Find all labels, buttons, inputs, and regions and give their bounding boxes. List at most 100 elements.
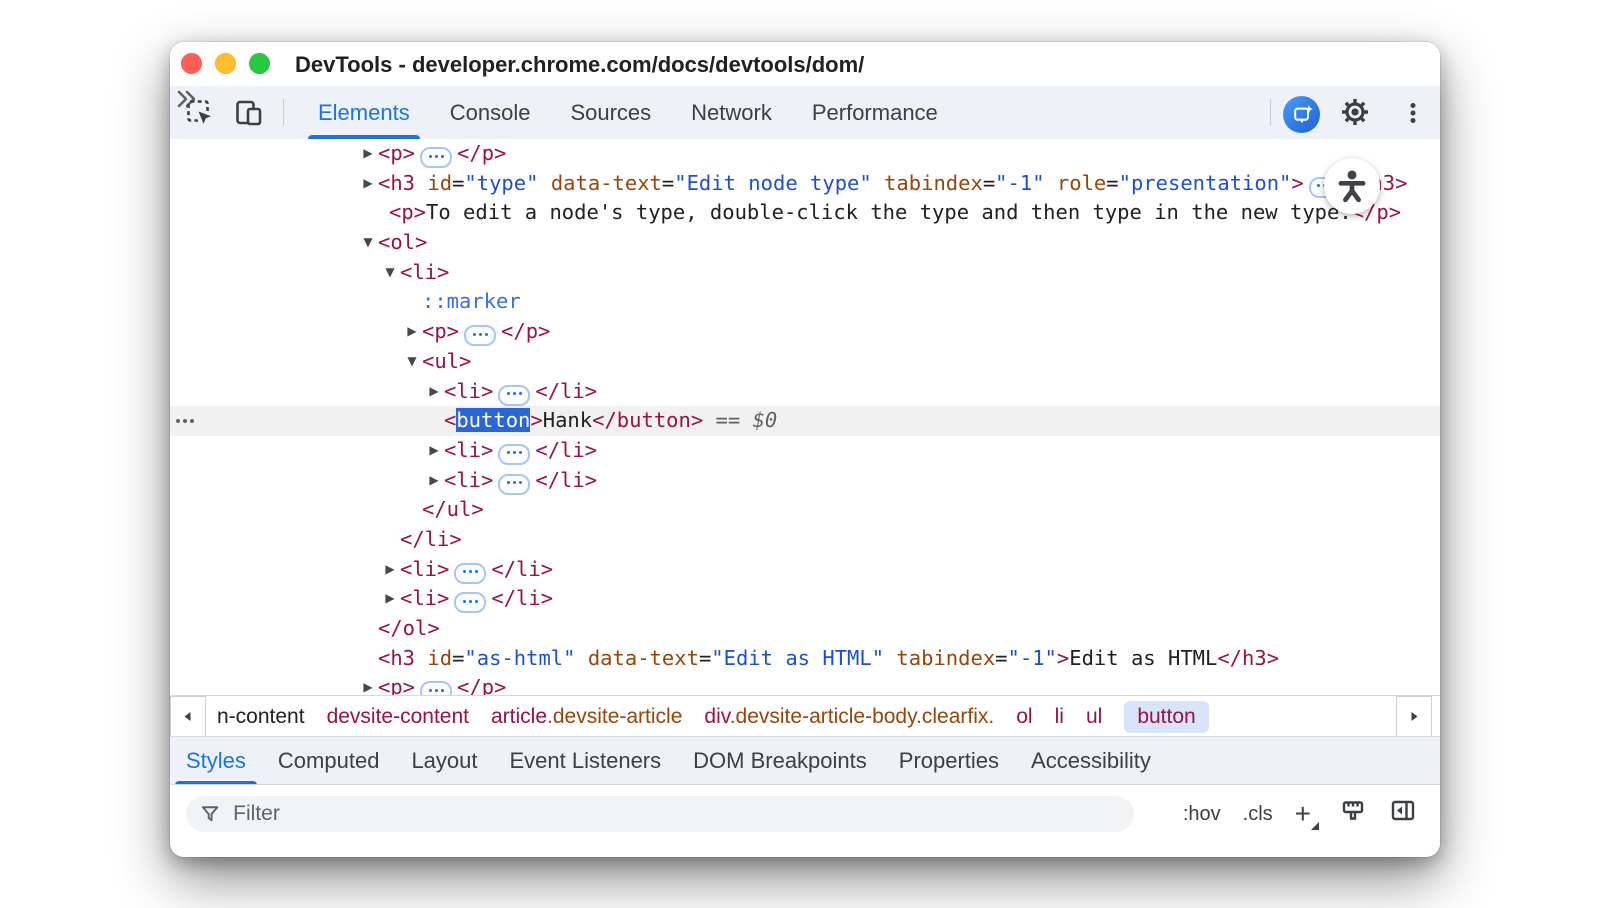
styles-filter-input[interactable] xyxy=(231,801,1120,827)
code-token: "-1" xyxy=(995,171,1044,195)
dom-tree-row[interactable]: <p>To edit a node's type, double-click t… xyxy=(170,198,1440,228)
dom-tree-row[interactable]: </li> xyxy=(170,525,1440,555)
collapse-arrow-icon[interactable]: ▼ xyxy=(403,347,421,377)
code-token: > xyxy=(1291,171,1303,195)
filter-field[interactable] xyxy=(186,796,1134,832)
breadcrumb-scroll-left-button[interactable] xyxy=(170,696,206,737)
dom-tree-row[interactable]: </ol> xyxy=(170,614,1440,644)
tab-accessibility[interactable]: Accessibility xyxy=(1015,737,1167,785)
dom-tree-row[interactable]: ▶<p></p> xyxy=(170,673,1440,695)
tab-elements[interactable]: Elements xyxy=(298,86,430,139)
code-token xyxy=(884,646,896,670)
tab-computed[interactable]: Computed xyxy=(262,737,396,785)
toggle-hover-state-button[interactable]: :hov xyxy=(1183,803,1221,826)
inspect-icon[interactable] xyxy=(185,98,215,133)
new-style-rule-plus-icon[interactable]: + xyxy=(1295,800,1317,828)
expand-arrow-icon[interactable]: ▶ xyxy=(359,673,377,695)
code-token: </ul> xyxy=(422,497,484,521)
tab-dom-breakpoints[interactable]: DOM Breakpoints xyxy=(677,737,883,785)
breadcrumb-list: n-content devsite-content article.devsite-… xyxy=(217,701,1440,733)
tab-sources[interactable]: Sources xyxy=(550,86,671,139)
ai-assistance-icon[interactable] xyxy=(1283,96,1320,133)
tab-layout[interactable]: Layout xyxy=(395,737,493,785)
inline-expand-ellipsis-button[interactable] xyxy=(454,592,486,613)
sidebar-tab-strip: StylesComputedLayoutEvent ListenersDOM B… xyxy=(170,736,1440,785)
code-token: = xyxy=(452,171,464,195)
dom-tree-row[interactable]: ▶<p></p> xyxy=(170,139,1440,169)
settings-gear-icon[interactable] xyxy=(1340,97,1370,132)
dom-tree-row[interactable]: </ul> xyxy=(170,495,1440,525)
code-token: "type" xyxy=(464,171,538,195)
expand-arrow-icon[interactable]: ▶ xyxy=(403,317,421,347)
expand-arrow-icon[interactable]: ▶ xyxy=(381,584,399,614)
dom-tree-row[interactable]: <button>Hank</button> == $0 xyxy=(170,406,1440,436)
toggle-sidebar-icon[interactable] xyxy=(1389,797,1417,831)
expand-arrow-icon[interactable]: ▶ xyxy=(425,466,443,496)
close-window-button[interactable] xyxy=(181,53,202,74)
dom-tree-row[interactable]: ▶<h3 id="type" data-text="Edit node type… xyxy=(170,169,1440,199)
code-token: <ol> xyxy=(378,230,427,254)
code-token: </p> xyxy=(501,319,550,343)
inline-expand-ellipsis-button[interactable] xyxy=(420,147,452,168)
minimize-window-button[interactable] xyxy=(215,53,236,74)
expand-arrow-icon[interactable]: ▶ xyxy=(359,169,377,199)
code-token: </p> xyxy=(457,141,506,165)
panel-tab-strip: ElementsConsoleSourcesNetworkPerformance xyxy=(298,86,958,139)
expand-arrow-icon[interactable]: ▶ xyxy=(425,436,443,466)
breadcrumb-token: button xyxy=(1137,705,1195,728)
collapse-arrow-icon[interactable]: ▼ xyxy=(381,258,399,288)
breadcrumb-item[interactable]: devsite-content xyxy=(327,705,469,729)
code-token: </li> xyxy=(535,379,597,403)
breadcrumb-item[interactable]: button xyxy=(1124,701,1208,733)
tab-properties[interactable]: Properties xyxy=(883,737,1015,785)
code-token xyxy=(538,171,550,195)
tab-console[interactable]: Console xyxy=(430,86,551,139)
zoom-window-button[interactable] xyxy=(249,53,270,74)
code-token: </li> xyxy=(535,468,597,492)
breadcrumb-item[interactable]: li xyxy=(1055,705,1064,729)
kebab-menu-icon[interactable] xyxy=(1398,98,1428,133)
breadcrumb-token: ul xyxy=(1086,705,1102,728)
breadcrumb-item[interactable]: ul xyxy=(1086,705,1102,729)
code-token: "presentation" xyxy=(1119,171,1292,195)
tab-styles[interactable]: Styles xyxy=(170,737,262,785)
breadcrumb-item[interactable]: n-content xyxy=(217,705,305,729)
dom-tree-row[interactable]: ::marker xyxy=(170,287,1440,317)
dom-tree-row[interactable]: ▼<ol> xyxy=(170,228,1440,258)
expand-arrow-icon[interactable]: ▶ xyxy=(381,555,399,585)
breadcrumb-item[interactable]: article.devsite-article xyxy=(491,705,682,729)
code-token: = xyxy=(1106,171,1118,195)
device-toolbar-icon[interactable] xyxy=(234,98,264,133)
tab-network[interactable]: Network xyxy=(671,86,792,139)
code-token: id xyxy=(427,646,452,670)
dom-tree-row[interactable]: ▶<li></li> xyxy=(170,466,1440,496)
dom-tree-row[interactable]: <h3 id="as-html" data-text="Edit as HTML… xyxy=(170,644,1440,674)
dom-tree-row[interactable]: ▶<li></li> xyxy=(170,555,1440,585)
dom-tree-row[interactable]: ▼<ul> xyxy=(170,347,1440,377)
dom-tree-row[interactable]: ▶<li></li> xyxy=(170,436,1440,466)
dom-tree-row[interactable]: ▼<li> xyxy=(170,258,1440,288)
dom-tree-row[interactable]: ▶<p> </p> xyxy=(170,317,1440,347)
dom-tree-row[interactable]: ▶<li></li> xyxy=(170,377,1440,407)
toggle-class-button[interactable]: .cls xyxy=(1243,803,1273,826)
inline-expand-ellipsis-button[interactable] xyxy=(498,444,530,465)
breadcrumb-item[interactable]: ol xyxy=(1016,705,1032,729)
window-title: DevTools - developer.chrome.com/docs/dev… xyxy=(295,42,864,88)
code-token: <p> xyxy=(422,319,459,343)
expand-arrow-icon[interactable]: ▶ xyxy=(425,377,443,407)
inline-expand-ellipsis-button[interactable] xyxy=(454,563,486,584)
tab-performance[interactable]: Performance xyxy=(792,86,958,139)
row-more-actions-icon[interactable] xyxy=(176,419,194,423)
inline-expand-ellipsis-button[interactable] xyxy=(498,474,530,495)
inline-expand-ellipsis-button[interactable] xyxy=(464,325,496,346)
breadcrumb-scroll-right-button[interactable] xyxy=(1396,696,1432,737)
rendering-brush-icon[interactable] xyxy=(1339,797,1367,831)
dom-tree-row[interactable]: ▶<li></li> xyxy=(170,584,1440,614)
breadcrumb-item[interactable]: div.devsite-article-body.clearfix. xyxy=(704,705,994,729)
inline-expand-ellipsis-button[interactable] xyxy=(498,385,530,406)
expand-arrow-icon[interactable]: ▶ xyxy=(359,139,377,169)
inline-expand-ellipsis-button[interactable] xyxy=(420,681,452,695)
collapse-arrow-icon[interactable]: ▼ xyxy=(359,228,377,258)
tab-event-listeners[interactable]: Event Listeners xyxy=(494,737,678,785)
code-token: id xyxy=(427,171,452,195)
